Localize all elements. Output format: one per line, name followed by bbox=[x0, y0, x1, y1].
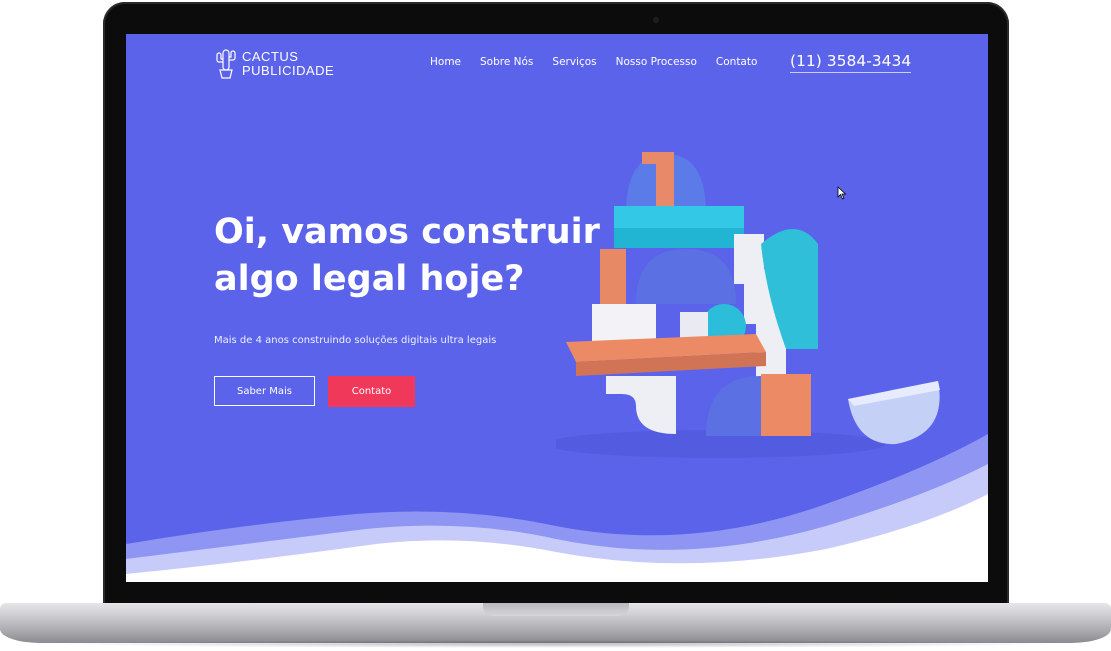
laptop-notch bbox=[483, 603, 629, 616]
logo-line-1: CACTUS bbox=[242, 49, 299, 64]
site-logo[interactable]: CACTUS PUBLICIDADE bbox=[214, 48, 334, 80]
logo-line-2: PUBLICIDADE bbox=[242, 63, 335, 78]
hero-title: Oi, vamos construir algo legal hoje? bbox=[214, 212, 600, 299]
wave-decoration bbox=[126, 434, 988, 582]
mouse-cursor-icon bbox=[837, 186, 847, 200]
saber-mais-button[interactable]: Saber Mais bbox=[214, 376, 315, 406]
nav-sobre-nos[interactable]: Sobre Nós bbox=[480, 56, 533, 68]
nav-nosso-processo[interactable]: Nosso Processo bbox=[616, 56, 697, 68]
main-nav: Home Sobre Nós Serviços Nosso Processo C… bbox=[430, 56, 776, 68]
hero-subtitle: Mais de 4 anos construindo soluções digi… bbox=[214, 335, 497, 346]
nav-servicos[interactable]: Serviços bbox=[552, 56, 596, 68]
contato-button[interactable]: Contato bbox=[328, 376, 415, 407]
laptop-shadow bbox=[40, 640, 1070, 648]
cactus-icon bbox=[216, 49, 236, 79]
website-screen: CACTUS PUBLICIDADE Home Sobre Nós Serviç… bbox=[126, 34, 988, 582]
nav-contato[interactable]: Contato bbox=[716, 56, 758, 68]
hero-illustration bbox=[556, 152, 940, 458]
camera-icon bbox=[653, 17, 659, 23]
nav-home[interactable]: Home bbox=[430, 56, 461, 68]
phone-link[interactable]: (11) 3584-3434 bbox=[790, 52, 912, 73]
logo-text: CACTUS PUBLICIDADE bbox=[242, 50, 334, 78]
